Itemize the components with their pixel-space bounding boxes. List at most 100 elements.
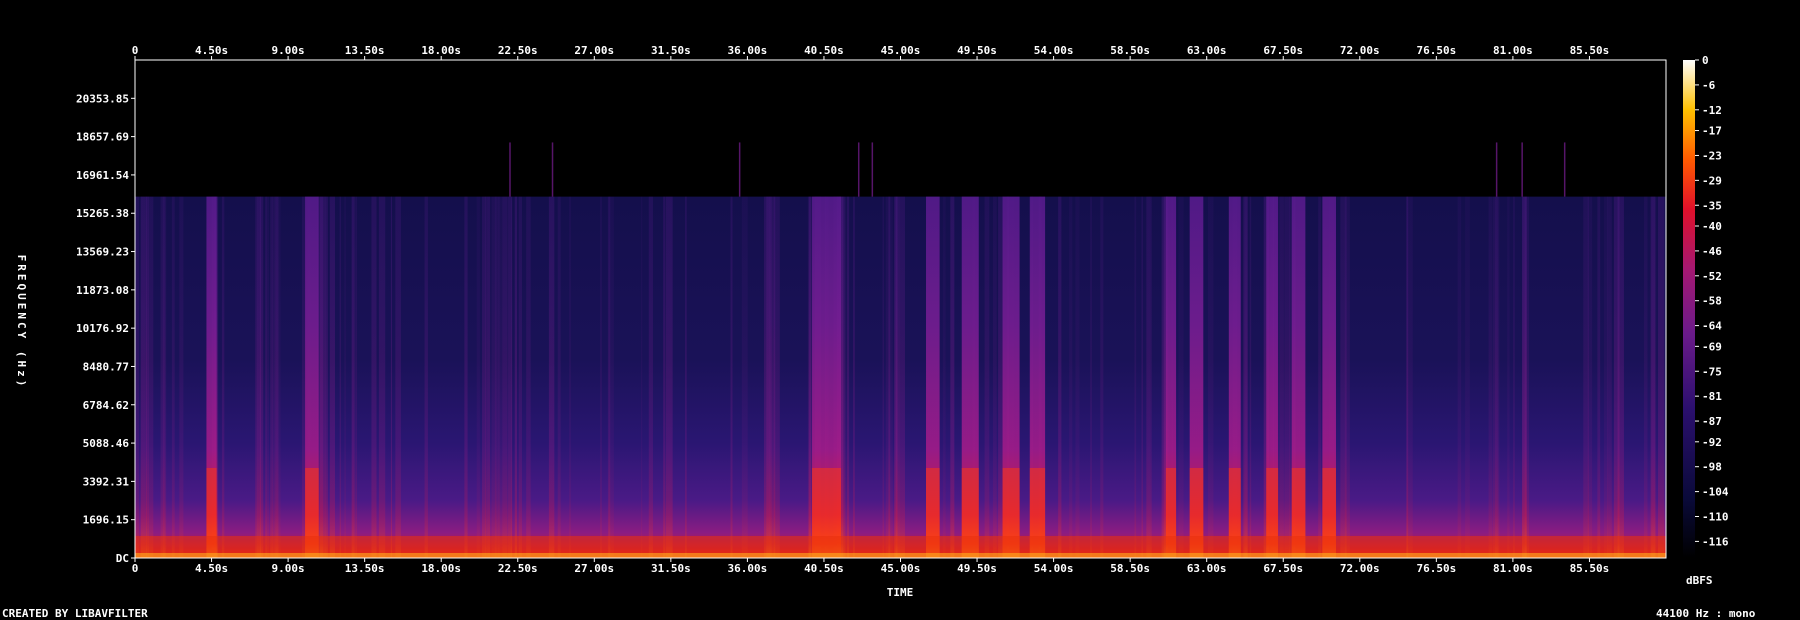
texture-line: [266, 196, 269, 558]
texture-line: [1651, 196, 1657, 558]
x-tick-label-bottom: 76.50s: [1416, 562, 1456, 575]
texture-line: [319, 196, 326, 558]
texture-line: [502, 196, 508, 558]
texture-line: [809, 196, 811, 558]
texture-line: [265, 196, 268, 558]
texture-line: [1663, 196, 1665, 558]
texture-line: [569, 196, 571, 558]
texture-line: [992, 196, 997, 558]
x-tick-label-bottom: 54.00s: [1034, 562, 1074, 575]
texture-line: [1457, 196, 1462, 558]
hf-spike: [509, 142, 511, 197]
texture-line: [487, 196, 491, 558]
texture-line: [557, 196, 561, 558]
x-tick-label-bottom: 22.50s: [498, 562, 538, 575]
colorbar-tick-label: -104: [1702, 486, 1729, 499]
texture-line: [1263, 196, 1267, 558]
texture-line: [518, 196, 522, 558]
colorbar-tick-label: -87: [1702, 415, 1722, 428]
x-tick-label-top: 85.50s: [1570, 44, 1610, 57]
texture-line: [1141, 196, 1143, 558]
colorbar-tick-label: -17: [1702, 125, 1722, 138]
y-tick-label: DC: [116, 552, 129, 565]
texture-line: [476, 196, 480, 558]
x-tick-label-top: 13.50s: [345, 44, 385, 57]
texture-line: [1465, 196, 1470, 558]
texture-line: [1100, 196, 1104, 558]
hf-spike: [1521, 142, 1523, 197]
texture-line: [1318, 196, 1322, 558]
texture-line: [324, 196, 328, 558]
spectrogram-chart: 0 4.50s 9.00s 13.50s 18.00s 22.50s 27.00s 31.50…: [2, 44, 1756, 620]
y-tick-label: 20353.85: [76, 92, 129, 105]
texture-line: [171, 196, 175, 558]
texture-line: [1090, 196, 1092, 558]
y-tick-label: 10176.92: [76, 322, 129, 335]
x-tick-label-bottom: 49.50s: [957, 562, 997, 575]
x-tick-label-bottom: 72.00s: [1340, 562, 1380, 575]
x-tick-label-top: 36.00s: [728, 44, 768, 57]
texture-line: [390, 196, 392, 558]
texture-line: [1613, 196, 1620, 558]
texture-line: [179, 196, 184, 558]
x-tick-label-bottom: 18.00s: [421, 562, 461, 575]
x-axis-top: 0 4.50s 9.00s 13.50s 18.00s 22.50s 27.00s 31.50…: [132, 44, 1610, 60]
colorbar-tick-label: -64: [1702, 320, 1722, 333]
x-tick-label-bottom: 40.50s: [804, 562, 844, 575]
y-tick-label: 1696.15: [83, 514, 129, 527]
texture-line: [140, 196, 148, 558]
texture-line: [1146, 196, 1151, 558]
texture-line: [329, 196, 336, 558]
x-tick-label-top: 27.00s: [574, 44, 614, 57]
texture-line: [950, 196, 955, 558]
texture-line: [514, 196, 518, 558]
texture-line: [339, 196, 341, 558]
x-tick-label-bottom: 63.00s: [1187, 562, 1227, 575]
texture-line: [1507, 196, 1510, 558]
colorbar-tick-label: 0: [1702, 54, 1709, 67]
x-tick-label-top: 40.50s: [804, 44, 844, 57]
x-axis-bottom: 0 4.50s 9.00s 13.50s 18.00s 22.50s 27.00s 31.50…: [132, 558, 1609, 575]
texture-line: [685, 196, 687, 558]
texture-line: [162, 196, 165, 558]
x-tick-label-top: 0: [132, 44, 139, 57]
hf-spike: [857, 142, 860, 197]
texture-line: [1344, 196, 1350, 558]
texture-line: [526, 196, 531, 558]
texture-line: [1522, 196, 1528, 558]
texture-line: [1244, 196, 1248, 558]
texture-line: [508, 196, 510, 558]
texture-line: [351, 196, 355, 558]
x-axis-label: TIME: [887, 586, 914, 599]
texture-line: [1069, 196, 1073, 558]
texture-line: [1488, 196, 1493, 558]
y-tick-label: 13569.23: [76, 246, 129, 259]
x-tick-label-bottom: 9.00s: [272, 562, 305, 575]
colorbar-tick-label: -23: [1702, 149, 1722, 162]
texture-line: [424, 196, 428, 558]
texture-line: [1249, 196, 1252, 558]
texture-line: [135, 196, 139, 558]
texture-line: [846, 196, 850, 558]
y-tick-label: 6784.62: [83, 399, 129, 412]
colorbar-tick-label: -35: [1702, 199, 1722, 212]
texture-line: [1075, 196, 1080, 558]
texture-line: [665, 196, 673, 558]
dc-band: [135, 553, 1666, 558]
colorbar-tick-label: -29: [1702, 174, 1722, 187]
hf-spike: [1495, 142, 1498, 197]
texture-line: [482, 196, 487, 558]
texture-line: [895, 196, 900, 558]
y-axis-label: FREQUENCY (Hz): [15, 255, 28, 390]
hf-spike: [1563, 142, 1566, 197]
texture-line: [221, 196, 225, 558]
texture-line: [730, 196, 733, 558]
texture-line: [355, 196, 357, 558]
colorbar-tick-label: -92: [1702, 436, 1722, 449]
texture-line: [1207, 196, 1214, 558]
texture-line: [763, 196, 767, 558]
x-tick-label-bottom: 4.50s: [195, 562, 228, 575]
y-axis: DC 1696.15 3392.31 5088.46 6784.62 8480.77 101…: [76, 92, 135, 565]
colorbar-tick-label: -110: [1702, 511, 1729, 524]
footer-sample-rate: 44100 Hz : mono: [1656, 607, 1756, 620]
